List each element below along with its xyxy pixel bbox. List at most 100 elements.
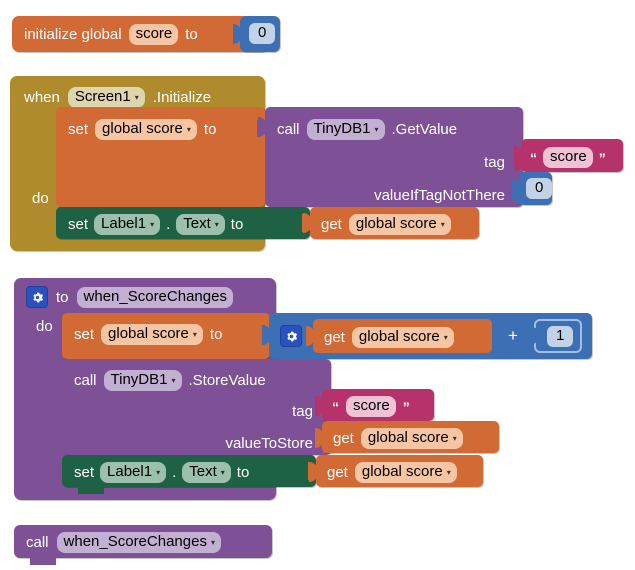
- number-value[interactable]: 0: [526, 178, 553, 199]
- dot-separator: .: [172, 464, 177, 481]
- to-label: to: [203, 121, 217, 138]
- block-get-global-score-addend[interactable]: get global score ▾: [306, 319, 492, 353]
- component-name: Screen1: [74, 88, 131, 105]
- variable-dropdown-global-score[interactable]: global score ▾: [95, 119, 197, 140]
- text-value-field[interactable]: score: [543, 147, 593, 168]
- block-call-tinydb1-storevalue[interactable]: call TinyDB1 ▾ .StoreValue tag valueToSt…: [62, 359, 331, 455]
- operator-plus: +: [508, 326, 518, 345]
- left-plug: [233, 24, 242, 44]
- property-name: Text: [189, 463, 217, 480]
- block-number-zero-init[interactable]: 0: [233, 16, 280, 52]
- arg-label-tag: tag: [484, 154, 505, 171]
- arg-label-valueiftagnotthere: valueIfTagNotThere: [374, 187, 505, 204]
- variable-dropdown-global-score[interactable]: global score ▾: [348, 214, 451, 235]
- number-value[interactable]: 0: [249, 23, 276, 44]
- block-set-global-score-init[interactable]: set global score ▾ to: [56, 107, 265, 207]
- component-name: Label1: [101, 215, 147, 232]
- block-get-global-score-store[interactable]: get global score ▾: [315, 421, 499, 453]
- call-keyword: call: [26, 534, 49, 551]
- chevron-down-icon: ▾: [452, 434, 457, 443]
- block-call-tinydb1-getvalue[interactable]: call TinyDB1 ▾ .GetValue tag valueIfTagN…: [258, 107, 523, 207]
- block-set-global-score-proc[interactable]: set global score ▾ to: [62, 313, 270, 359]
- quote-close: ”: [598, 149, 606, 166]
- variable-dropdown-global-score[interactable]: global score ▾: [101, 324, 203, 345]
- variable-dropdown-global-score[interactable]: global score ▾: [360, 428, 463, 449]
- get-keyword: get: [321, 216, 342, 233]
- quote-open: “: [332, 398, 339, 415]
- block-set-label1-text-init[interactable]: set Label1 ▾ . Text ▾ to: [56, 207, 310, 239]
- block-number-one[interactable]: 1: [531, 323, 578, 349]
- left-plug: [315, 428, 324, 448]
- global-name-text: score: [135, 25, 173, 42]
- when-keyword: when: [24, 89, 60, 106]
- left-plug: [512, 179, 521, 199]
- component-dropdown-screen1[interactable]: Screen1 ▾: [67, 87, 145, 108]
- variable-dropdown-global-score[interactable]: global score ▾: [354, 462, 457, 483]
- to-keyword: to: [56, 288, 69, 306]
- component-dropdown-label1[interactable]: Label1 ▾: [100, 462, 167, 483]
- block-addition[interactable]: get global score ▾ + 1: [262, 313, 592, 359]
- call-keyword: call: [277, 121, 300, 138]
- component-dropdown-label1[interactable]: Label1 ▾: [94, 214, 161, 235]
- component-dropdown-tinydb1[interactable]: TinyDB1 ▾: [306, 119, 385, 140]
- text-value-field[interactable]: score: [346, 396, 396, 417]
- do-label: do: [36, 318, 53, 335]
- set-keyword: set: [74, 464, 95, 481]
- block-initialize-global-score[interactable]: initialize global score to: [12, 16, 268, 52]
- left-plug: [514, 146, 523, 166]
- text-value: score: [550, 148, 587, 165]
- do-label: do: [32, 190, 49, 207]
- procedure-dropdown[interactable]: when_ScoreChanges ▾: [56, 532, 221, 553]
- block-call-when-scorechanges[interactable]: call when_ScoreChanges ▾: [14, 525, 272, 565]
- left-plug: [306, 326, 315, 346]
- number-value[interactable]: 1: [547, 326, 574, 347]
- chevron-down-icon: ▾: [134, 93, 139, 102]
- top-notch: [72, 207, 98, 214]
- chevron-down-icon: ▾: [156, 468, 161, 477]
- arg-label-tag: tag: [292, 403, 313, 420]
- gear-icon[interactable]: [280, 325, 302, 347]
- block-text-score-store[interactable]: “ score ”: [315, 389, 434, 421]
- bottom-notch: [30, 558, 56, 565]
- property-name: Text: [183, 215, 211, 232]
- procedure-name: when_ScoreChanges: [63, 533, 207, 550]
- gear-icon[interactable]: [26, 286, 48, 308]
- chevron-down-icon: ▾: [440, 220, 445, 229]
- block-set-label1-text-proc[interactable]: set Label1 ▾ . Text ▾ to: [62, 455, 316, 494]
- variable-name: global score: [358, 328, 440, 345]
- number-one-highlight: 1: [531, 319, 582, 353]
- left-plug: [258, 117, 267, 137]
- component-dropdown-tinydb1[interactable]: TinyDB1 ▾: [103, 370, 182, 391]
- left-plug: [531, 327, 540, 344]
- block-get-global-score-init[interactable]: get global score ▾: [303, 207, 479, 239]
- chevron-down-icon: ▾: [443, 333, 448, 342]
- blocks-workspace[interactable]: initialize global score to 0 when Screen…: [0, 0, 635, 570]
- component-name: Label1: [107, 463, 153, 480]
- call-keyword: call: [74, 372, 97, 389]
- property-dropdown-text[interactable]: Text ▾: [176, 214, 225, 235]
- text-value: score: [353, 397, 390, 414]
- event-name: .Initialize: [152, 89, 212, 106]
- left-plug: [262, 325, 271, 345]
- procedure-name: when_ScoreChanges: [83, 287, 227, 305]
- block-text-score-get[interactable]: “ score ”: [514, 139, 623, 172]
- block-number-zero-getvalue[interactable]: 0: [512, 172, 553, 205]
- procedure-name-field[interactable]: when_ScoreChanges: [76, 286, 233, 308]
- chevron-down-icon: ▾: [150, 220, 155, 229]
- component-name: TinyDB1: [110, 371, 168, 388]
- get-keyword: get: [327, 464, 348, 481]
- set-keyword: set: [68, 216, 89, 233]
- chevron-down-icon: ▾: [186, 125, 191, 134]
- initialize-global-keyword: initialize global: [24, 26, 122, 43]
- property-dropdown-text[interactable]: Text ▾: [182, 462, 231, 483]
- chevron-down-icon: ▾: [446, 468, 451, 477]
- variable-dropdown-global-score[interactable]: global score ▾: [351, 327, 454, 348]
- block-get-global-score-proc-label[interactable]: get global score ▾: [309, 455, 483, 487]
- arg-label-valuetostore: valueToStore: [225, 435, 313, 452]
- global-name-field[interactable]: score: [128, 24, 179, 45]
- quote-open: “: [530, 149, 537, 166]
- left-plug: [309, 462, 318, 482]
- to-label: to: [185, 26, 198, 43]
- variable-name: global score: [102, 120, 183, 137]
- chevron-down-icon: ▾: [171, 376, 176, 385]
